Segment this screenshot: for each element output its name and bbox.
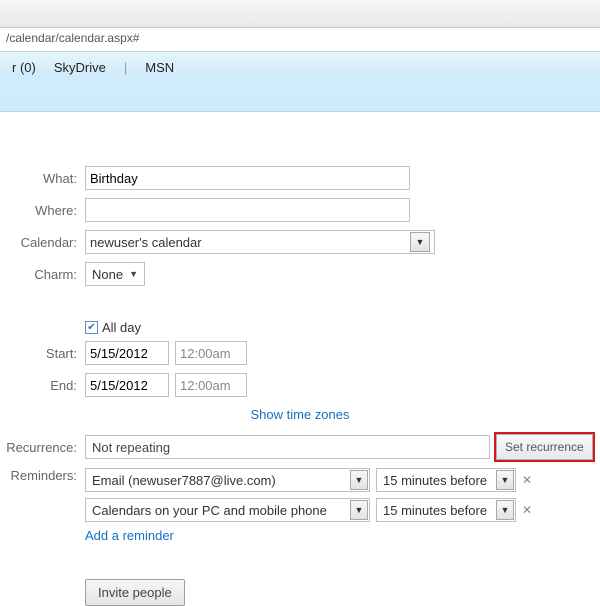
reminder-timing-select[interactable]: 15 minutes before ▼ [376,498,516,522]
nav-item-msn[interactable]: MSN [145,60,174,75]
start-time-input [175,341,247,365]
browser-toolbar [0,0,600,28]
chevron-down-icon[interactable]: ▼ [496,470,514,490]
charm-label: Charm: [0,267,85,282]
show-timezones-link[interactable]: Show time zones [251,407,350,422]
top-nav: r (0) SkyDrive | MSN [0,52,600,112]
nav-divider: | [124,60,127,75]
remove-reminder-icon[interactable]: ✕ [522,473,532,487]
nav-item-r[interactable]: r (0) [12,60,36,75]
start-label: Start: [0,346,85,361]
end-date-input[interactable] [85,373,169,397]
nav-item-skydrive[interactable]: SkyDrive [54,60,106,75]
remove-reminder-icon[interactable]: ✕ [522,503,532,517]
reminder-timing-select[interactable]: 15 minutes before ▼ [376,468,516,492]
reminder-target-select[interactable]: Calendars on your PC and mobile phone ▼ [85,498,370,522]
reminder-target-value: Calendars on your PC and mobile phone [92,503,327,518]
allday-label: All day [102,320,141,335]
set-recurrence-button[interactable]: Set recurrence [496,434,593,460]
end-time-input [175,373,247,397]
start-date-input[interactable] [85,341,169,365]
chevron-down-icon[interactable]: ▼ [410,232,430,252]
calendar-label: Calendar: [0,235,85,250]
charm-value: None [92,267,123,282]
calendar-value: newuser's calendar [90,235,202,250]
chevron-down-icon[interactable]: ▼ [496,500,514,520]
add-reminder-link[interactable]: Add a reminder [85,528,174,543]
where-label: Where: [0,203,85,218]
url-text: /calendar/calendar.aspx# [6,31,139,45]
where-input[interactable] [85,198,410,222]
chevron-down-icon: ▼ [129,269,138,279]
reminder-timing-value: 15 minutes before [383,503,487,518]
end-label: End: [0,378,85,393]
chevron-down-icon[interactable]: ▼ [350,470,368,490]
what-label: What: [0,171,85,186]
address-bar[interactable]: /calendar/calendar.aspx# [0,28,600,52]
allday-checkbox[interactable]: ✔ [85,321,98,334]
recurrence-label: Recurrence: [0,440,85,455]
charm-select[interactable]: None ▼ [85,262,145,286]
chevron-down-icon[interactable]: ▼ [350,500,368,520]
calendar-select[interactable]: newuser's calendar ▼ [85,230,435,254]
event-form: What: Where: Calendar: newuser's calenda… [0,112,600,606]
what-input[interactable] [85,166,410,190]
reminder-target-select[interactable]: Email (newuser7887@live.com) ▼ [85,468,370,492]
recurrence-value: Not repeating [92,440,170,455]
invite-people-button[interactable]: Invite people [85,579,185,606]
reminders-label: Reminders: [0,468,85,483]
recurrence-field[interactable]: Not repeating [85,435,490,459]
reminder-timing-value: 15 minutes before [383,473,487,488]
reminder-target-value: Email (newuser7887@live.com) [92,473,276,488]
